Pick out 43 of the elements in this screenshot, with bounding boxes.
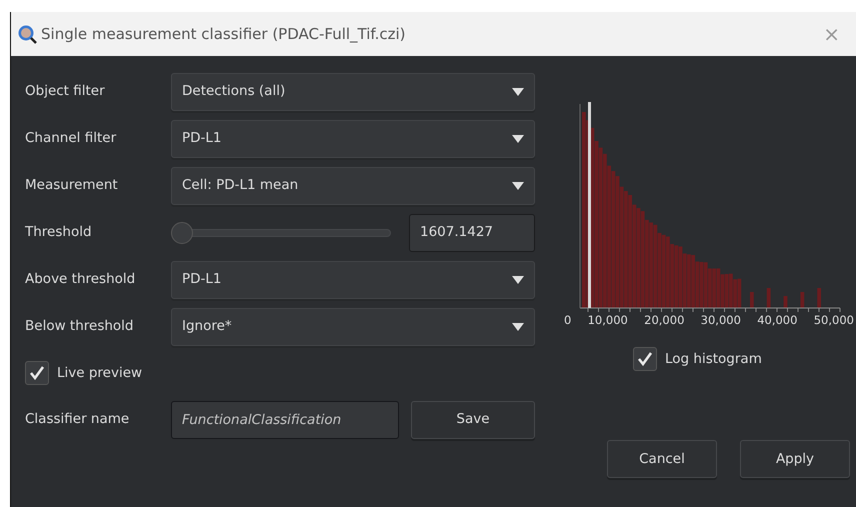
field-label: Measurement [25, 176, 119, 196]
field-label: Below threshold [25, 317, 134, 336]
caret-icon [512, 134, 524, 142]
checkbox[interactable] [25, 361, 49, 385]
histogram-bar [766, 288, 771, 308]
histogram-bar [750, 292, 754, 308]
dropdown[interactable]: PD-L1 [171, 120, 535, 158]
checkbox-label: Live preview [57, 364, 142, 383]
tick-label: 10,000 [588, 312, 628, 329]
histogram-bar [784, 296, 788, 308]
dropdown[interactable]: PD-L1 [171, 260, 535, 298]
tick-label: 20,000 [644, 312, 684, 329]
app-icon [17, 24, 37, 44]
caret-icon [512, 182, 524, 190]
save-button[interactable]: Save [411, 400, 535, 438]
cancel-button[interactable]: Cancel [607, 440, 717, 478]
histogram-bar [817, 288, 821, 308]
checkbox[interactable] [633, 347, 657, 372]
field-label: Classifier name [25, 410, 130, 430]
dropdown[interactable]: Ignore* [171, 308, 535, 346]
field-label: Channel filter [25, 129, 118, 148]
check-icon [636, 350, 654, 368]
caret-icon [512, 276, 524, 284]
tick-label: 30,000 [700, 312, 741, 329]
tick-label: 40,000 [757, 312, 798, 329]
name-field[interactable]: FunctionalClassification [171, 400, 399, 438]
slider[interactable] [171, 220, 391, 244]
dropdown[interactable]: Detections (all) [171, 72, 535, 110]
tick-label: 50,000 [814, 312, 854, 329]
slider-thumb[interactable] [171, 222, 193, 244]
caret-icon [512, 322, 524, 330]
field-label: Object filter [25, 82, 106, 102]
field-label: Above threshold [25, 270, 136, 290]
dropdown[interactable]: Cell: PD-L1 mean [171, 166, 535, 204]
tick-label: 0 [564, 312, 572, 329]
window-title: Single measurement classifier (PDAC-Full_Tif.czi) [41, 24, 406, 45]
threshold-field[interactable]: 1607.1427 [409, 214, 535, 252]
apply-button[interactable]: Apply [740, 440, 850, 478]
checkbox-label: Log histogram [665, 350, 762, 370]
caret-icon [512, 88, 524, 96]
check-icon [28, 364, 46, 382]
histogram-bar [800, 292, 804, 308]
field-label: Threshold [25, 223, 93, 242]
